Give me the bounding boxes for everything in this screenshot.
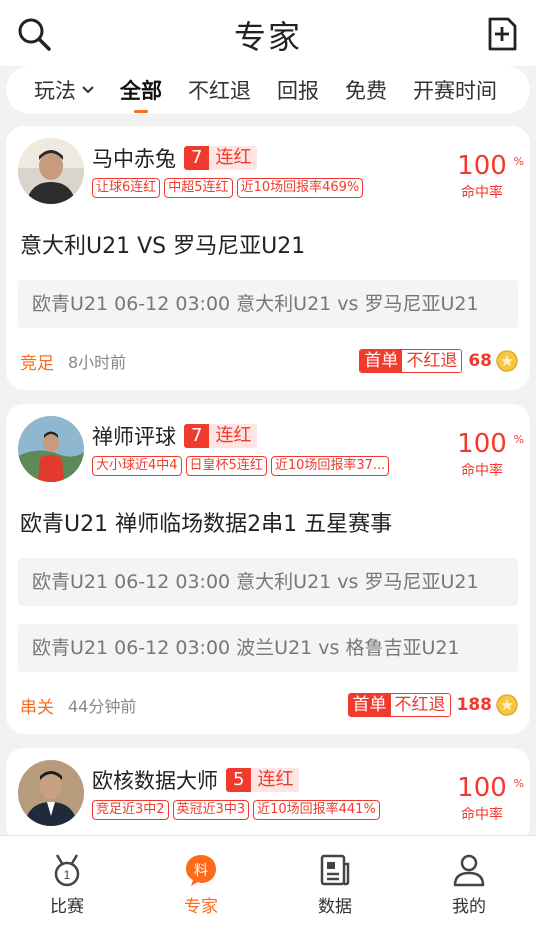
hit-rate-unit: %	[513, 155, 524, 168]
price: 68	[468, 351, 492, 371]
coin-icon	[496, 350, 518, 372]
tab-mine[interactable]: 我的	[402, 836, 536, 931]
record-tag: 中超5连红	[164, 178, 233, 198]
bottom-tab-bar: 1 比赛 料 专家 数据 我的	[0, 835, 536, 931]
streak-label: 连红	[209, 424, 258, 448]
record-tag: 近10场回报率37...	[270, 456, 390, 476]
hit-rate-label: 命中率	[461, 463, 503, 479]
tab-free[interactable]: 免费	[345, 75, 387, 105]
play-dropdown[interactable]: 玩法	[34, 75, 96, 105]
tab-label: 数据	[318, 897, 352, 917]
tab-return[interactable]: 回报	[277, 75, 319, 105]
streak-label: 连红	[251, 768, 300, 792]
record-tag: 近10场回报率441%	[253, 800, 380, 820]
hit-rate-unit: %	[513, 433, 524, 446]
avatar-image	[18, 760, 84, 826]
refund-badge: 首单 不红退	[347, 693, 451, 717]
category-label: 竞足	[20, 353, 54, 374]
hit-rate-unit: %	[513, 777, 524, 790]
add-note-icon[interactable]	[482, 14, 522, 54]
first-order-label: 首单	[360, 350, 403, 372]
hit-rate-label: 命中率	[461, 807, 503, 823]
record-tag: 近10场回报率469%	[236, 178, 364, 198]
no-red-refund-label: 不红退	[390, 694, 450, 716]
svg-text:料: 料	[194, 863, 208, 879]
streak-badge: 7 连红	[184, 424, 258, 448]
post-time: 8小时前	[68, 353, 127, 372]
price: 188	[456, 695, 493, 715]
hit-rate-value: 100	[457, 429, 507, 459]
chevron-down-icon	[82, 86, 94, 94]
hit-rate-label: 命中率	[461, 185, 503, 201]
expert-name[interactable]: 马中赤兔	[92, 143, 176, 173]
article-title[interactable]: 意大利U21 VS 罗马尼亚U21	[20, 228, 518, 260]
tab-label: 比赛	[50, 897, 84, 917]
expert-card[interactable]: 马中赤兔 7 连红 让球6连红 中超5连红 近10场回报率469% 100% 命…	[6, 126, 530, 390]
hit-rate: 100% 命中率	[446, 151, 524, 202]
match-row[interactable]: 欧青U21 06-12 03:00 意大利U21 vs 罗马尼亚U21	[18, 280, 518, 328]
record-tag: 日皇杯5连红	[185, 456, 267, 476]
record-tag: 让球6连红	[92, 178, 161, 198]
news-icon	[320, 854, 350, 886]
user-icon	[453, 854, 485, 887]
tab-all[interactable]: 全部	[120, 75, 162, 113]
expert-name[interactable]: 欧核数据大师	[92, 765, 218, 795]
article-title[interactable]: 欧青U21 禅师临场数据2串1 五星赛事	[20, 506, 518, 538]
avatar[interactable]	[18, 138, 84, 204]
record-tag: 大小球近4中4	[92, 456, 182, 476]
hit-rate-value: 100	[457, 151, 507, 181]
tab-no-red-refund[interactable]: 不红退	[188, 75, 251, 105]
tab-label: 专家	[184, 897, 218, 917]
no-red-refund-label: 不红退	[402, 350, 462, 372]
streak-count: 7	[184, 424, 210, 448]
expert-list: 马中赤兔 7 连红 让球6连红 中超5连红 近10场回报率469% 100% 命…	[6, 126, 530, 858]
tab-experts[interactable]: 料 专家	[134, 836, 268, 931]
tab-kickoff-time[interactable]: 开赛时间	[413, 75, 497, 105]
tab-label: 我的	[452, 897, 486, 917]
svg-text:1: 1	[64, 868, 71, 882]
streak-badge: 5 连红	[226, 768, 300, 792]
record-tag: 竞足近3中2	[92, 800, 169, 820]
streak-count: 7	[184, 146, 210, 170]
play-label: 玩法	[34, 79, 76, 103]
first-order-label: 首单	[348, 694, 391, 716]
avatar[interactable]	[18, 416, 84, 482]
streak-badge: 7 连红	[184, 146, 258, 170]
filter-bar: 玩法 全部 不红退 回报 免费 开赛时间	[6, 66, 530, 114]
streak-count: 5	[226, 768, 252, 792]
avatar-image	[18, 416, 84, 482]
page-title: 专家	[233, 18, 302, 56]
hit-rate: 100% 命中率	[446, 429, 524, 480]
match-row[interactable]: 欧青U21 06-12 03:00 意大利U21 vs 罗马尼亚U21	[18, 558, 518, 606]
top-bar: 专家	[0, 0, 536, 66]
tips-icon: 料	[186, 855, 216, 886]
record-tag: 英冠近3中3	[172, 800, 250, 820]
post-time: 44分钟前	[68, 697, 137, 716]
medal-icon: 1	[54, 854, 80, 887]
tab-matches[interactable]: 1 比赛	[0, 836, 134, 931]
expert-card[interactable]: 禅师评球 7 连红 大小球近4中4 日皇杯5连红 近10场回报率37... 10…	[6, 404, 530, 734]
avatar[interactable]	[18, 760, 84, 826]
streak-label: 连红	[209, 146, 258, 170]
match-row[interactable]: 欧青U21 06-12 03:00 波兰U21 vs 格鲁吉亚U21	[18, 624, 518, 672]
expert-card[interactable]: 欧核数据大师 5 连红 竞足近3中2 英冠近3中3 近10场回报率441% 10…	[6, 748, 530, 844]
avatar-image	[18, 138, 84, 204]
refund-badge: 首单 不红退	[359, 349, 463, 373]
expert-name[interactable]: 禅师评球	[92, 421, 176, 451]
hit-rate: 100% 命中率	[446, 773, 524, 824]
hit-rate-value: 100	[457, 773, 507, 803]
coin-icon	[496, 694, 518, 716]
category-label: 串关	[20, 697, 54, 718]
tab-data[interactable]: 数据	[268, 836, 402, 931]
